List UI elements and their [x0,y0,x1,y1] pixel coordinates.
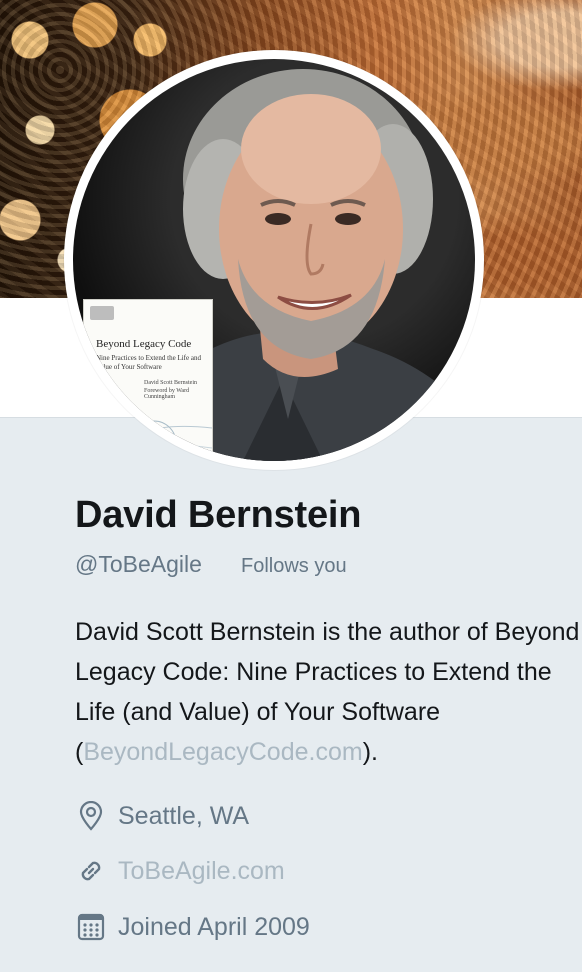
book-cover-art [84,408,212,461]
follows-you-badge: Follows you [241,555,347,577]
book-title: Beyond Legacy Code [96,338,192,350]
book-foreword: Foreword by Ward Cunningham [144,388,190,400]
avatar[interactable]: Beyond Legacy Code Nine Practices to Ext… [73,59,475,461]
profile-joined: Joined April 2009 [75,911,310,943]
website-link[interactable]: ToBeAgile.com [118,857,285,886]
profile-name: David Bernstein [75,494,362,536]
profile-website[interactable]: ToBeAgile.com [75,855,285,887]
profile-location: Seattle, WA [75,800,249,832]
profile-bio: David Scott Bernstein is the author of B… [75,612,580,772]
book-cover: Beyond Legacy Code Nine Practices to Ext… [83,299,213,461]
location-text: Seattle, WA [118,801,250,830]
bio-text-end: ). [362,738,378,766]
link-icon [75,855,107,887]
profile-handle[interactable]: @ToBeAgile [75,551,202,578]
bio-link[interactable]: BeyondLegacyCode.com [83,738,362,766]
joined-text: Joined April 2009 [118,912,310,941]
map-pin-icon [75,800,107,832]
book-author: David Scott Bernstein [144,380,197,386]
book-subtitle: Nine Practices to Extend the Life and Va… [96,354,201,371]
publisher-logo [90,306,114,320]
calendar-icon [75,911,107,943]
